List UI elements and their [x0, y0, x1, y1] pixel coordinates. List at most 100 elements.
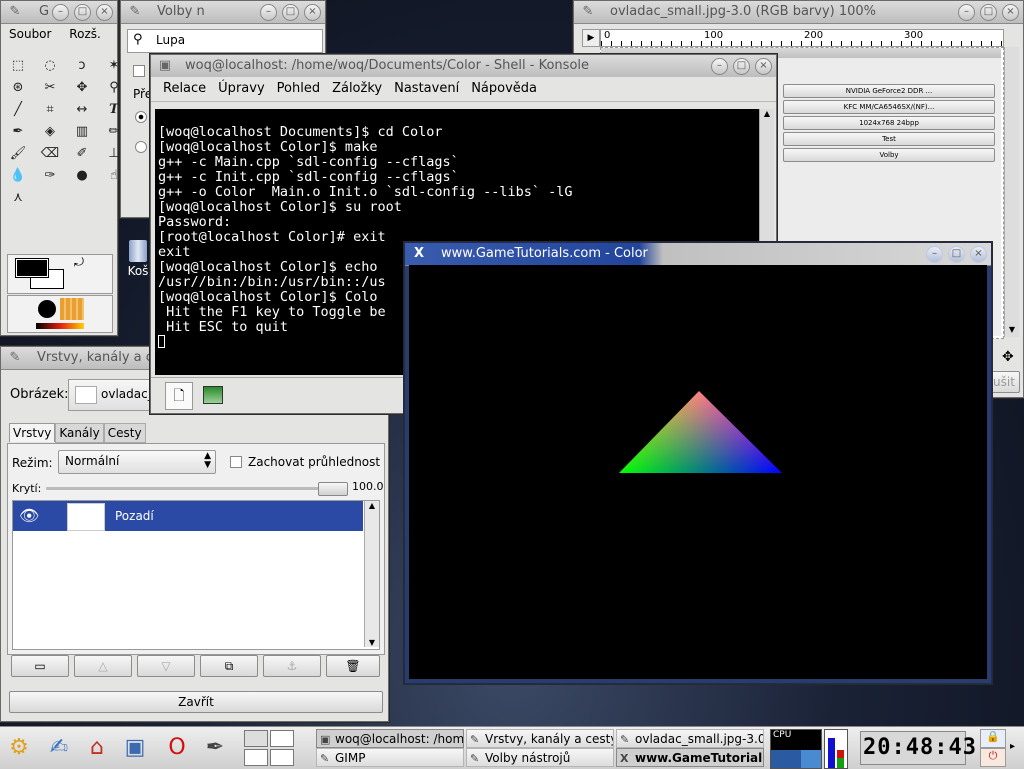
maximize-button[interactable]: □ [733, 58, 750, 75]
menu-settings[interactable]: Nastavení [388, 77, 465, 101]
navigate-icon[interactable]: ✥ [1002, 349, 1014, 365]
picker-icon[interactable]: ✒ [7, 121, 29, 143]
flip-icon[interactable]: ↔ [71, 99, 93, 121]
close-button[interactable]: × [304, 4, 321, 21]
gradient-preview[interactable] [36, 323, 84, 329]
bucket-icon[interactable]: ◈ [39, 121, 61, 143]
tab-paths[interactable]: Cesty [103, 423, 146, 443]
pattern-preview[interactable] [60, 298, 84, 320]
trash-desktop-icon[interactable]: Koš [124, 240, 152, 278]
task-konsole[interactable]: ▣ woq@localhost: /hom [316, 729, 464, 748]
minimize-button[interactable]: – [52, 4, 69, 21]
eye-icon[interactable]: 👁 [19, 506, 39, 525]
minimize-button[interactable]: – [711, 58, 728, 75]
lasso-icon[interactable]: ↄ [71, 55, 93, 77]
cancel-button[interactable]: ušit [988, 371, 1020, 393]
home-icon[interactable]: ✍ [44, 733, 74, 763]
desktop-pager[interactable] [244, 730, 294, 766]
task-gimp[interactable]: ✎ GIMP [316, 748, 464, 767]
image-selector[interactable]: ovladac_ [68, 379, 160, 411]
menu-session[interactable]: Relace [157, 77, 212, 101]
close-button[interactable]: × [1002, 4, 1019, 21]
taskbar-scroll-arrow[interactable]: ▸ [1010, 741, 1015, 752]
color-select-icon[interactable]: ⊛ [7, 77, 29, 99]
ink-icon[interactable]: ✑ [39, 165, 61, 187]
menu-bookmarks[interactable]: Záložky [326, 77, 388, 101]
keep-alpha-checkbox[interactable] [230, 456, 242, 468]
swap-colors-icon[interactable]: ⤾ [74, 255, 84, 270]
crop-icon[interactable]: ⌗ [39, 99, 61, 121]
opacity-slider[interactable] [46, 482, 348, 496]
menu-extensions[interactable]: Rozš. [69, 27, 101, 41]
maximize-button[interactable]: □ [980, 4, 997, 21]
logout-button[interactable]: ⏻ [980, 748, 1006, 767]
radio-out[interactable] [135, 141, 147, 153]
session-tab-icon[interactable] [203, 386, 223, 404]
minimize-button[interactable]: – [958, 4, 975, 21]
image-titlebar[interactable]: ✎ ovladac_small.jpg-3.0 (RGB barvy) 100%… [574, 1, 1023, 24]
new-session-button[interactable]: 🗋 [165, 382, 193, 410]
anchor-layer-button[interactable]: ⚓ [263, 655, 321, 677]
brush-icon[interactable]: 🖌 [7, 143, 29, 165]
eraser-icon[interactable]: ⌫ [39, 143, 61, 165]
task-gl-window[interactable]: Xwww.GameTutorials [616, 748, 764, 767]
lower-layer-button[interactable]: ▽ [137, 655, 195, 677]
layers-scrollbar[interactable]: ▲ ▼ [364, 501, 379, 647]
close-button[interactable]: × [970, 246, 987, 263]
measure-icon[interactable]: ╱ [7, 99, 29, 121]
opacity-slider-handle[interactable] [318, 482, 348, 496]
duplicate-layer-button[interactable]: ⧉ [200, 655, 258, 677]
radio-in[interactable] [135, 111, 147, 123]
menu-arrow-button[interactable]: ▶ [582, 29, 600, 47]
gl-titlebar[interactable]: X www.GameTutorials.com - Color – □ × [405, 243, 991, 266]
blur-icon[interactable]: 💧 [7, 165, 29, 187]
tab-channels[interactable]: Kanály [55, 423, 104, 443]
foreground-color-swatch[interactable] [15, 258, 49, 278]
task-layers[interactable]: ✎ Vrstvy, kanály a cesty [466, 729, 614, 748]
maximize-button[interactable]: □ [74, 4, 91, 21]
move-icon[interactable]: ✥ [71, 77, 93, 99]
editor-icon[interactable]: ✒ [200, 733, 230, 763]
menu-help[interactable]: Nápověda [465, 77, 543, 101]
toolbox-titlebar[interactable]: ✎ G – □ × [1, 1, 117, 24]
mode-select[interactable]: Normální ▲ ▼ [58, 450, 216, 474]
menu-edit[interactable]: Úpravy [212, 77, 270, 101]
cpu-monitor[interactable]: CPU [770, 729, 822, 769]
path-icon[interactable]: ⋏ [7, 187, 29, 209]
close-button[interactable]: × [96, 4, 113, 21]
memory-monitor[interactable] [824, 729, 848, 769]
vertical-scrollbar[interactable]: ▼ [1004, 47, 1019, 337]
raise-layer-button[interactable]: △ [74, 655, 132, 677]
scissors-icon[interactable]: ✂ [39, 77, 61, 99]
tab-layers[interactable]: Vrstvy [9, 423, 56, 442]
delete-layer-button[interactable]: 🗑 [326, 655, 380, 677]
menu-view[interactable]: Pohled [271, 77, 326, 101]
maximize-button[interactable]: □ [282, 4, 299, 21]
gradient-icon[interactable]: ▥ [71, 121, 93, 143]
dodge-icon[interactable]: ● [71, 165, 93, 187]
airbrush-icon[interactable]: ✐ [71, 143, 93, 165]
minimize-button[interactable]: – [926, 246, 943, 263]
rect-select-icon[interactable]: ⬚ [7, 55, 29, 77]
gl-canvas[interactable] [409, 265, 987, 679]
maximize-button[interactable]: □ [948, 246, 965, 263]
opera-icon[interactable]: O [162, 733, 192, 763]
tool-options-titlebar[interactable]: ✎ Volby n – □ × [121, 1, 325, 24]
clock[interactable]: 20:48:43 [860, 731, 976, 765]
minimize-button[interactable]: – [260, 4, 277, 21]
menu-file[interactable]: Soubor [9, 27, 51, 41]
kde-menu-icon[interactable]: ⚙ [4, 733, 34, 763]
brush-preview[interactable] [38, 300, 56, 318]
new-layer-button[interactable]: ▭ [11, 655, 69, 677]
task-image[interactable]: ✎ ovladac_small.jpg-3.0 [616, 729, 764, 748]
ellipse-select-icon[interactable]: ◌ [39, 55, 61, 77]
house-icon[interactable]: ⌂ [82, 733, 112, 763]
konsole-titlebar[interactable]: ▣ woq@localhost: /home/woq/Documents/Col… [151, 55, 776, 78]
task-tool-options[interactable]: ✎ Volby nástrojů [466, 748, 614, 767]
option-checkbox[interactable] [133, 65, 145, 77]
lock-screen-button[interactable]: 🔒 [980, 729, 1006, 748]
layer-row[interactable]: 👁 Pozadí [13, 501, 363, 531]
display-icon[interactable]: ▣ [120, 733, 150, 763]
close-button[interactable]: × [755, 58, 772, 75]
close-button[interactable]: Zavřít [9, 691, 383, 713]
